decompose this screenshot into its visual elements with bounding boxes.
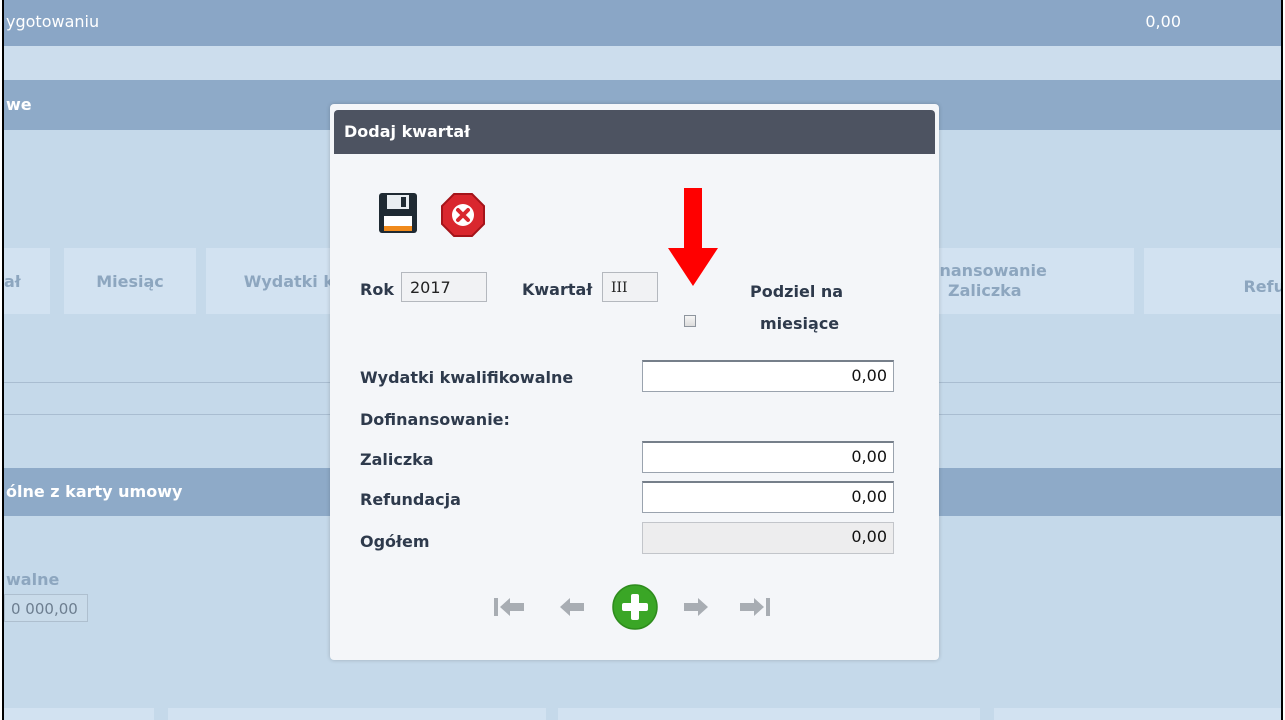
prev-icon[interactable] [558, 596, 586, 618]
floppy-disk-icon[interactable] [378, 192, 418, 234]
split-label-line2: miesiące [760, 314, 840, 333]
light-stripe [4, 46, 1281, 80]
refund-label: Refundacja [360, 490, 461, 509]
total-field: 0,00 [642, 522, 894, 554]
top-status-bar: ygotowaniu 0,00 [4, 0, 1281, 46]
total-label: Ogółem [360, 532, 430, 551]
section-title: ólne z karty umowy [6, 482, 183, 501]
split-months-checkbox[interactable] [684, 315, 696, 327]
top-bar-text: ygotowaniu [6, 12, 100, 31]
table-cell [994, 708, 1281, 720]
table-header-cell: Refu [1144, 248, 1283, 314]
table-cell [168, 708, 546, 720]
top-bar-amount: 0,00 [1145, 12, 1181, 31]
header-label: ał [4, 271, 21, 291]
table-header-cell: Miesiąc [64, 248, 196, 314]
dialog-title: Dodaj kwartał [334, 110, 935, 154]
quarter-label: Kwartał [522, 280, 593, 299]
table-header-cell: ał [4, 248, 50, 314]
advance-label: Zaliczka [360, 450, 434, 469]
field-label: walne [6, 570, 60, 589]
table-cell [4, 708, 154, 720]
table-header-cell: inansowanie Zaliczka [934, 248, 1134, 314]
table-header-cell: Wydatki k [206, 248, 334, 314]
eligible-expenses-input[interactable]: 0,00 [642, 360, 894, 392]
table-cell [558, 708, 980, 720]
quarter-select[interactable]: III [602, 272, 658, 302]
eligible-label: Wydatki kwalifikowalne [360, 368, 574, 387]
last-icon[interactable] [740, 596, 772, 618]
year-label: Rok [360, 280, 394, 299]
split-label-line1: Podziel na [750, 282, 844, 301]
add-quarter-dialog: Dodaj kwartał Rok 2017 Kwartał III Podzi… [330, 104, 939, 660]
first-icon[interactable] [494, 596, 526, 618]
advance-input[interactable]: 0,00 [642, 441, 894, 473]
header-label: Refu [1243, 276, 1283, 296]
refund-input[interactable]: 0,00 [642, 481, 894, 513]
year-input[interactable]: 2017 [401, 272, 487, 302]
background-value-field: 0 000,00 [4, 594, 88, 622]
cofinancing-label: Dofinansowanie: [360, 410, 510, 429]
section-title: we [6, 95, 32, 114]
red-down-arrow-icon [668, 188, 718, 286]
stop-x-icon[interactable] [440, 192, 486, 238]
header-label: Wydatki k [243, 271, 334, 291]
add-icon[interactable] [612, 584, 658, 630]
next-icon[interactable] [682, 596, 710, 618]
header-label: Miesiąc [96, 271, 164, 291]
